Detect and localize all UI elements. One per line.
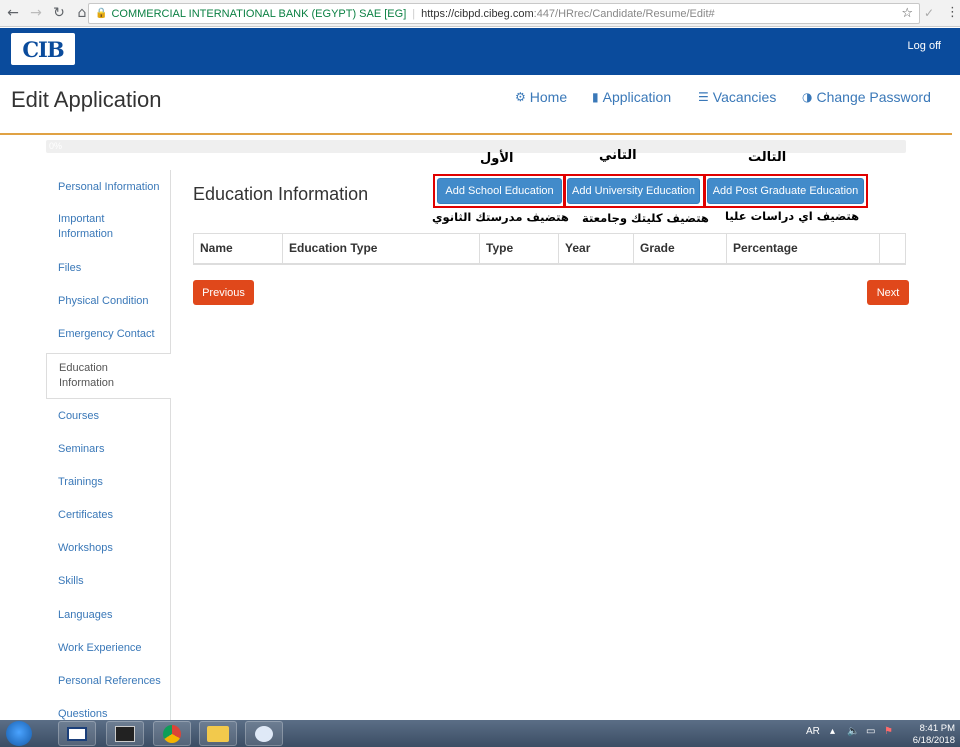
section-title: Education Information [193, 184, 369, 204]
sidebar-item-files[interactable]: Files [46, 261, 171, 276]
column-header-name[interactable]: Name [193, 233, 283, 265]
sidebar-border [170, 170, 171, 353]
sidebar-item-important-information[interactable]: Important Information [46, 212, 156, 242]
sidebar-item-work-experience[interactable]: Work Experience [46, 641, 171, 656]
sidebar-item-personal-references[interactable]: Personal References [46, 674, 171, 689]
network-icon[interactable]: ▭ [866, 726, 875, 737]
annotation-postgrad-note: هتضيف اي دراسات عليا [725, 209, 860, 223]
half-circle-icon: ◑ [802, 90, 813, 104]
logo-text: CIB [22, 36, 64, 62]
certificate-name: COMMERCIAL INTERNATIONAL BANK (EGYPT) SA… [111, 7, 407, 20]
add-school-education-button[interactable]: Add School Education [437, 178, 562, 204]
action-center-icon[interactable]: ⚑ [884, 726, 893, 737]
sidebar-item-languages[interactable]: Languages [46, 608, 171, 623]
column-header-actions [879, 233, 906, 265]
cib-logo[interactable]: CIB [11, 33, 75, 65]
taskbar-media-icon[interactable] [106, 721, 144, 746]
list-icon: ☰ [698, 90, 709, 104]
column-header-education-type[interactable]: Education Type [282, 233, 480, 265]
annotation-second: التاني [599, 148, 637, 163]
sidebar-item-skills[interactable]: Skills [46, 574, 171, 589]
tray-arrow-icon[interactable]: ▴ [830, 726, 835, 737]
url-host: https://cibpd.cibeg.com [421, 7, 534, 20]
arrow-left-icon[interactable]: ← [3, 3, 23, 23]
previous-button[interactable]: Previous [193, 280, 254, 305]
star-icon[interactable]: ☆ [901, 6, 913, 21]
nav-vacancies-label: Vacancies [712, 89, 777, 105]
nav-change-password[interactable]: ◑ Change Password [802, 89, 931, 105]
language-indicator[interactable]: AR [806, 726, 820, 737]
gear-icon: ⚙ [515, 90, 526, 104]
column-header-grade[interactable]: Grade [633, 233, 727, 265]
sidebar-item-physical-condition[interactable]: Physical Condition [46, 294, 171, 309]
sidebar-item-courses[interactable]: Courses [46, 409, 171, 424]
nav-home-label: Home [529, 89, 568, 105]
annotation-third: التالت [748, 150, 787, 165]
add-university-education-button[interactable]: Add University Education [567, 178, 700, 204]
sidebar-item-emergency-contact[interactable]: Emergency Contact [46, 327, 171, 342]
volume-icon[interactable]: 🔈 [847, 726, 859, 737]
sidebar-item-certificates[interactable]: Certificates [46, 508, 171, 523]
column-header-year[interactable]: Year [558, 233, 634, 265]
check-icon[interactable]: ✓ [924, 6, 934, 20]
nav-application-label: Application [602, 89, 672, 105]
url-path: :447/HRrec/Candidate/Resume/Edit# [533, 7, 715, 20]
taskbar-clock[interactable]: 8:41 PM 6/18/2018 [905, 723, 955, 747]
sidebar-item-education-information[interactable]: Education Information [46, 353, 171, 399]
annotation-university-note: هتضيف كليتك وجامعتة [582, 211, 709, 225]
progress-text: 0% [49, 141, 63, 151]
sidebar-item-seminars[interactable]: Seminars [46, 442, 171, 457]
page-title: Edit Application [11, 87, 162, 112]
add-postgrad-education-button[interactable]: Add Post Graduate Education [707, 178, 864, 204]
arrow-right-icon[interactable]: → [26, 3, 46, 23]
clock-time: 8:41 PM [919, 723, 955, 734]
file-explorer-icon[interactable] [199, 721, 237, 746]
nav-home[interactable]: ⚙ Home [515, 89, 567, 105]
menu-dots-icon[interactable]: ⋮ [946, 5, 959, 20]
table-header-row: Name Education Type Type Year Grade Perc… [193, 233, 906, 265]
education-table: Name Education Type Type Year Grade Perc… [193, 233, 906, 265]
column-header-percentage[interactable]: Percentage [726, 233, 880, 265]
windows-start-icon[interactable] [6, 721, 32, 746]
address-bar[interactable]: 🔒 COMMERCIAL INTERNATIONAL BANK (EGYPT) … [88, 3, 920, 24]
column-header-type[interactable]: Type [479, 233, 559, 265]
nav-application[interactable]: ▮ Application [592, 89, 671, 105]
sidebar-item-personal-information[interactable]: Personal Information [46, 180, 171, 195]
taskbar-window-icon[interactable] [58, 721, 96, 746]
file-icon: ▮ [592, 90, 599, 104]
chrome-icon[interactable] [153, 721, 191, 746]
sidebar-item-workshops[interactable]: Workshops [46, 541, 171, 556]
lock-icon: 🔒 [95, 8, 108, 19]
next-button[interactable]: Next [867, 280, 909, 305]
paint-icon[interactable] [245, 721, 283, 746]
address-separator: | [412, 7, 416, 20]
nav-change-password-label: Change Password [816, 89, 931, 105]
clock-date: 6/18/2018 [912, 735, 955, 746]
top-bar [0, 28, 960, 75]
header-divider [0, 133, 952, 135]
annotation-first: الأول [480, 151, 514, 166]
nav-vacancies[interactable]: ☰ Vacancies [698, 89, 776, 105]
annotation-school-note: هتضيف مدرستك الثانوي [432, 210, 569, 224]
logoff-link[interactable]: Log off [908, 40, 941, 52]
reload-icon[interactable]: ↻ [49, 3, 69, 23]
sidebar-border-lower [170, 398, 171, 720]
sidebar-item-trainings[interactable]: Trainings [46, 475, 171, 490]
